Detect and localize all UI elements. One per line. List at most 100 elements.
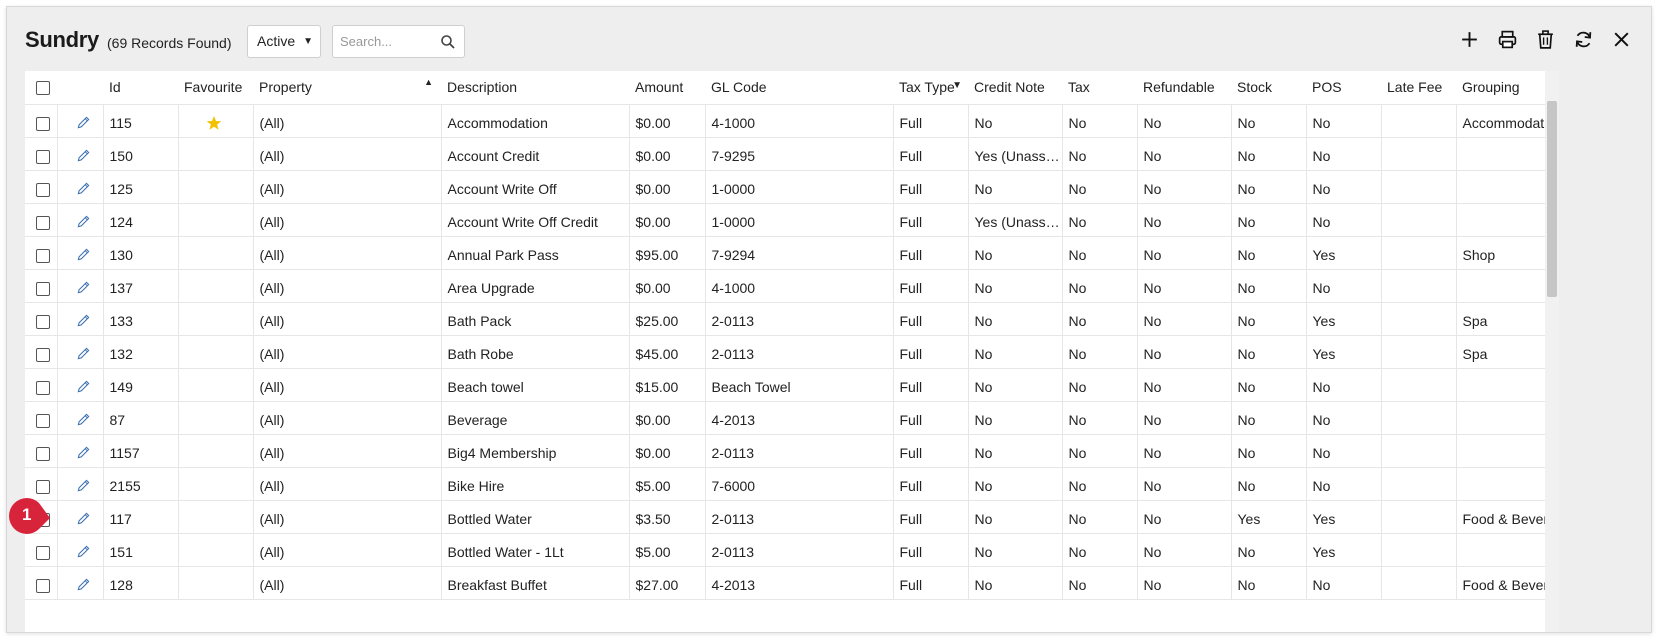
cell-grouping xyxy=(1456,170,1545,204)
row-checkbox[interactable] xyxy=(36,281,50,296)
table-row[interactable]: 151 (All) Bottled Water - 1Lt $5.00 2-0113 Fu… xyxy=(25,533,1545,567)
row-checkbox[interactable] xyxy=(36,314,50,329)
row-checkbox[interactable] xyxy=(36,347,50,362)
column-header-favourite[interactable]: Favourite xyxy=(178,71,253,105)
cell-gl: 4-1000 xyxy=(705,104,894,138)
cell-tax: No xyxy=(1062,104,1138,138)
pencil-icon[interactable] xyxy=(76,247,91,262)
table-row[interactable]: 130 (All) Annual Park Pass $95.00 7-9294 Full… xyxy=(25,236,1545,270)
column-header-description[interactable]: Description xyxy=(441,71,629,105)
cell-property: (All) xyxy=(253,566,442,600)
row-checkbox[interactable] xyxy=(36,149,50,164)
row-checkbox[interactable] xyxy=(36,413,50,428)
column-header-tax-type[interactable]: Tax Type ▼ xyxy=(893,71,968,105)
cell-credit: No xyxy=(968,467,1063,501)
table-row[interactable]: 133 (All) Bath Pack $25.00 2-0113 Full No No No N… xyxy=(25,302,1545,336)
column-header-id[interactable]: Id xyxy=(103,71,178,105)
pencil-icon[interactable] xyxy=(76,148,91,163)
table-row[interactable]: 1157 (All) Big4 Membership $0.00 2-0113 Full N… xyxy=(25,434,1545,468)
row-checkbox[interactable] xyxy=(36,248,50,263)
table-row[interactable]: 128 (All) Breakfast Buffet $27.00 4-2013 Full… xyxy=(25,566,1545,600)
pencil-icon[interactable] xyxy=(76,115,91,130)
row-checkbox[interactable] xyxy=(36,380,50,395)
table-row[interactable]: 125 (All) Account Write Off $0.00 1-0000 Full… xyxy=(25,170,1545,204)
row-select-cell xyxy=(25,236,58,270)
pencil-icon[interactable] xyxy=(76,346,91,361)
cell-description: Account Credit xyxy=(441,137,630,171)
status-filter-value: Active xyxy=(257,33,296,49)
column-header-stock[interactable]: Stock xyxy=(1231,71,1306,105)
pencil-icon[interactable] xyxy=(76,577,91,592)
delete-button[interactable] xyxy=(1533,27,1557,51)
pencil-icon[interactable] xyxy=(76,313,91,328)
cell-refundable: No xyxy=(1137,269,1232,303)
status-filter-select[interactable]: Active ▼ xyxy=(247,25,321,58)
column-header-tax[interactable]: Tax xyxy=(1062,71,1137,105)
search-input[interactable] xyxy=(340,34,435,49)
row-checkbox[interactable] xyxy=(36,446,50,461)
cell-refundable: No xyxy=(1137,335,1232,369)
cell-credit: No xyxy=(968,104,1063,138)
column-header-late-fee[interactable]: Late Fee xyxy=(1381,71,1456,105)
table-row[interactable]: 137 (All) Area Upgrade $0.00 4-1000 Full No No N… xyxy=(25,269,1545,303)
cell-credit: No xyxy=(968,500,1063,534)
cell-id: 1157 xyxy=(103,434,179,468)
column-header-gl-code[interactable]: GL Code xyxy=(705,71,893,105)
table-row[interactable]: 2155 (All) Bike Hire $5.00 7-6000 Full No No No N… xyxy=(25,467,1545,501)
cell-gl: 7-9295 xyxy=(705,137,894,171)
pencil-icon[interactable] xyxy=(76,445,91,460)
cell-credit: No xyxy=(968,236,1063,270)
table-row[interactable]: 87 (All) Beverage $0.00 4-2013 Full No No No No No xyxy=(25,401,1545,435)
pencil-icon[interactable] xyxy=(76,478,91,493)
row-checkbox[interactable] xyxy=(36,116,50,131)
cell-latefee xyxy=(1381,566,1457,600)
vertical-scrollbar[interactable] xyxy=(1545,71,1559,632)
column-header-property-label: Property xyxy=(259,79,312,95)
column-header-amount[interactable]: Amount xyxy=(629,71,705,105)
refresh-button[interactable] xyxy=(1571,27,1595,51)
cell-grouping xyxy=(1456,269,1545,303)
scrollbar-thumb[interactable] xyxy=(1547,101,1557,297)
pencil-icon[interactable] xyxy=(76,181,91,196)
print-button[interactable] xyxy=(1495,27,1519,51)
table-row[interactable]: 115 (All) Accommodation $0.00 4-1000 Full No No… xyxy=(25,104,1545,138)
search-box[interactable] xyxy=(332,25,465,58)
table-row[interactable]: 149 (All) Beach towel $15.00 Beach Towel Full… xyxy=(25,368,1545,402)
row-select-cell xyxy=(25,401,58,435)
pencil-icon[interactable] xyxy=(76,511,91,526)
cell-gl: Beach Towel xyxy=(705,368,894,402)
cell-pos: No xyxy=(1306,467,1382,501)
pencil-icon[interactable] xyxy=(76,379,91,394)
table-row[interactable]: 132 (All) Bath Robe $45.00 2-0113 Full No No No N… xyxy=(25,335,1545,369)
table-row[interactable]: 150 (All) Account Credit $0.00 7-9295 Full Yes… xyxy=(25,137,1545,171)
column-header-refundable[interactable]: Refundable xyxy=(1137,71,1231,105)
close-button[interactable] xyxy=(1609,27,1633,51)
cell-amount: $0.00 xyxy=(629,269,706,303)
table-row[interactable]: 117 (All) Bottled Water $3.50 2-0113 Full No No… xyxy=(25,500,1545,534)
pencil-icon[interactable] xyxy=(76,412,91,427)
column-header-grouping[interactable]: Grouping xyxy=(1456,71,1545,105)
cell-favourite xyxy=(178,401,254,435)
table-row[interactable]: 124 (All) Account Write Off Credit $0.00 1-0… xyxy=(25,203,1545,237)
cell-amount: $3.50 xyxy=(629,500,706,534)
add-button[interactable] xyxy=(1457,27,1481,51)
pencil-icon[interactable] xyxy=(76,214,91,229)
row-checkbox[interactable] xyxy=(36,215,50,230)
cell-taxtype: Full xyxy=(893,269,969,303)
cell-stock: No xyxy=(1231,203,1307,237)
row-checkbox[interactable] xyxy=(36,545,50,560)
search-icon[interactable] xyxy=(440,34,456,50)
row-checkbox[interactable] xyxy=(36,182,50,197)
pencil-icon[interactable] xyxy=(76,280,91,295)
star-icon[interactable] xyxy=(206,115,222,131)
cell-latefee xyxy=(1381,467,1457,501)
column-header-credit-note[interactable]: Credit Note xyxy=(968,71,1062,105)
row-checkbox[interactable] xyxy=(36,479,50,494)
column-header-pos[interactable]: POS xyxy=(1306,71,1381,105)
select-all-checkbox[interactable] xyxy=(36,81,50,96)
row-checkbox[interactable] xyxy=(36,578,50,593)
cell-gl: 1-0000 xyxy=(705,203,894,237)
pencil-icon[interactable] xyxy=(76,544,91,559)
cell-property: (All) xyxy=(253,401,442,435)
column-header-property[interactable]: Property ▲ xyxy=(253,71,441,105)
